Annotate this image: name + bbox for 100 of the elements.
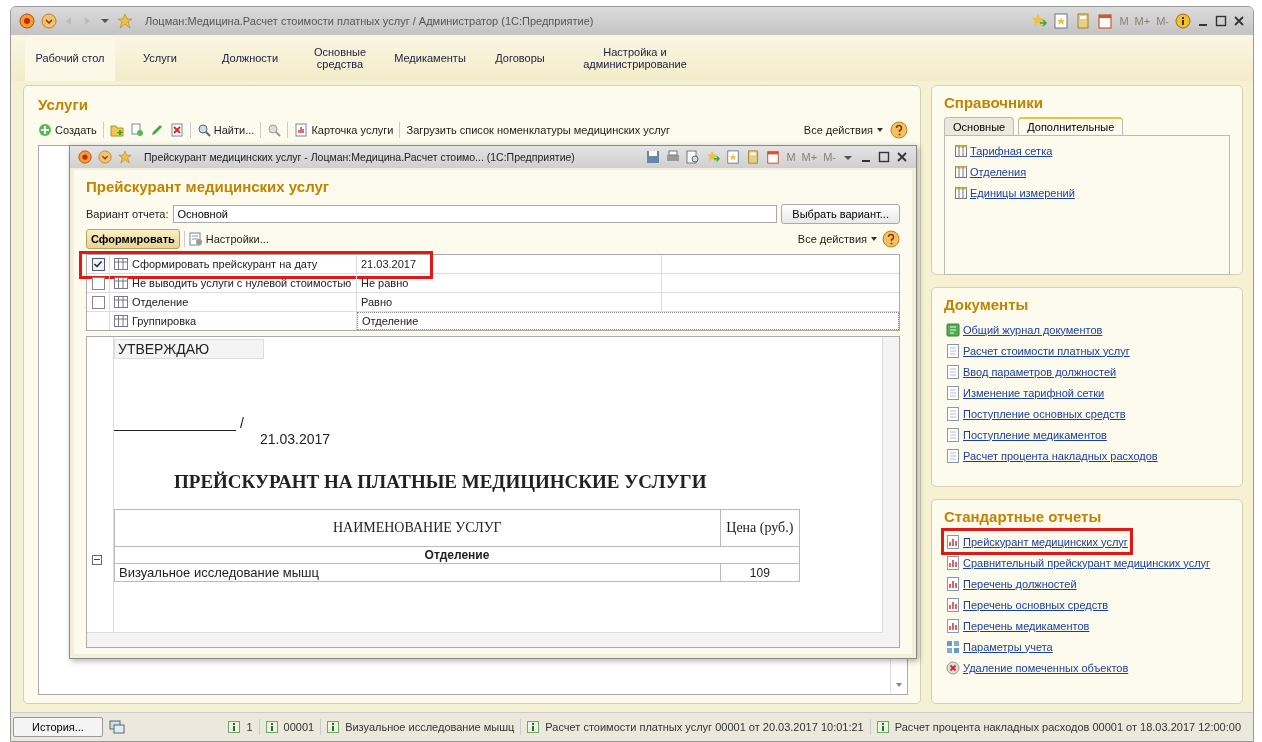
close-icon[interactable] [896,151,908,163]
report-link[interactable]: Перечень медикаментов [963,619,1090,632]
parameter-value: Отделение [362,315,419,327]
delete-icon[interactable] [169,123,184,137]
choose-variant-button[interactable]: Выбрать вариант... [781,204,900,224]
help-icon[interactable] [890,121,908,139]
menu-icon[interactable] [98,150,112,164]
copy-icon[interactable] [129,123,144,137]
collapse-icon[interactable] [92,555,102,565]
catalog-link[interactable]: Отделения [970,165,1027,178]
report-link[interactable]: Прейскурант медицинских услуг [963,535,1128,548]
document-link[interactable]: Расчет процента накладных расходов [963,449,1158,462]
add-folder-icon[interactable] [109,123,124,137]
section-tab[interactable]: Рабочий стол [25,35,115,81]
document-link[interactable]: Поступление медикаментов [963,428,1107,441]
table-icon [114,276,128,290]
document-link[interactable]: Расчет стоимости платных услуг [963,344,1130,357]
save-icon[interactable] [646,150,661,164]
variant-field[interactable]: Основной [172,205,778,223]
favorites-icon[interactable] [726,150,741,164]
service-card-button[interactable]: Карточка услуги [294,123,394,137]
calculator-icon[interactable] [1075,13,1092,29]
status-message[interactable]: Расчет процента накладных расходов 00001 от 18.03.2017 12:00:00 [894,721,1241,733]
load-list-button[interactable]: Загрузить список номенклатуры медицинских услуг [406,124,671,136]
close-icon[interactable] [1233,15,1245,27]
parameter-name: Сформировать прейскурант на дату [132,258,318,270]
print-icon[interactable] [666,150,681,164]
parameter-name: Отделение [132,296,189,308]
report-link[interactable]: Перечень должностей [963,577,1077,590]
report-link[interactable]: Удаление помеченных объектов [963,661,1129,674]
parameter-name: Не выводить услуги с нулевой стоимостью [132,277,352,289]
report-icon [946,597,960,612]
table-icon [955,144,967,157]
info-icon[interactable] [1175,13,1191,29]
section-tab[interactable]: Должности [205,35,295,81]
catalog-tab[interactable]: Дополнительные [1018,117,1124,135]
status-message[interactable]: 1 [246,721,253,733]
history-button[interactable]: История... [13,717,103,737]
panel-title: Услуги [38,95,89,115]
menu-icon[interactable] [41,13,57,29]
document-link[interactable]: Изменение тарифной сетки [963,386,1105,399]
maximize-icon[interactable] [878,151,890,163]
all-actions-button[interactable]: Все действия [797,233,878,245]
maximize-icon[interactable] [1215,15,1227,27]
field-label: Вариант отчета: [86,208,169,220]
star-icon[interactable] [117,13,133,29]
delete-icon [946,660,960,675]
calendar-icon[interactable] [1097,13,1114,29]
star-arrow-icon[interactable] [706,150,721,164]
report-link[interactable]: Перечень основных средств [963,598,1109,611]
windows-icon[interactable] [109,719,125,735]
table-icon [114,295,128,309]
search-cancel-icon[interactable] [267,123,282,137]
catalog-link[interactable]: Тарифная сетка [970,144,1053,157]
section-tab[interactable]: Основные средства [295,35,385,81]
all-actions-button[interactable]: Все действия [803,124,884,136]
document-text: УТВЕРЖДАЮ [114,339,264,359]
table-icon [114,257,128,271]
catalog-link[interactable]: Единицы измерений [970,186,1075,199]
report-icon [946,534,960,549]
window-title: Прейскурант медицинских услуг - Лоцман:Медицина.Расчет стоимо... (1С:Предприятие) [144,151,575,163]
document-link[interactable]: Поступление основных средств [963,407,1126,420]
journal-icon [946,322,960,337]
scrollbar[interactable] [882,337,899,647]
report-link[interactable]: Сравнительный прейскурант медицинских услуг [963,556,1211,569]
favorites-icon[interactable] [1053,13,1070,29]
section-tab[interactable]: Настройка и администрирование [565,35,705,81]
pencil-icon[interactable] [149,123,164,137]
logo-icon[interactable] [19,13,35,29]
document-icon [946,364,960,379]
status-message[interactable]: Визуальное исследование мышц [345,721,515,733]
status-message[interactable]: Расчет стоимости платных услуг 00001 от 20.03.2017 10:01:21 [545,721,864,733]
star-arrow-icon[interactable] [1031,13,1048,29]
find-button[interactable]: Найти... [196,123,255,137]
star-icon[interactable] [118,150,132,164]
info-icon [527,721,540,733]
section-tab[interactable]: Услуги [115,35,205,81]
document-link[interactable]: Общий журнал документов [963,323,1103,336]
catalog-tab[interactable]: Основные [944,117,1015,135]
table-icon [955,165,967,178]
generate-button[interactable]: Сформировать [86,229,180,249]
report-title: Прейскурант медицинских услуг [86,177,331,197]
scrollbar[interactable] [87,632,883,647]
create-button[interactable]: Создать [38,123,97,137]
logo-icon[interactable] [78,150,92,164]
document-icon [946,343,960,358]
section-tab[interactable]: Договоры [475,35,565,81]
section-tab[interactable]: Медикаменты [385,35,475,81]
settings-button[interactable]: Настройки... [188,232,269,246]
status-message[interactable]: 00001 [283,721,315,733]
help-icon[interactable] [882,230,900,248]
info-icon [327,721,340,733]
document-link[interactable]: Ввод параметров должностей [963,365,1117,378]
preview-icon[interactable] [686,150,701,164]
report-link[interactable]: Параметры учета [963,640,1053,653]
window-title: Лоцман:Медицина.Расчет стоимости платных услуг / Администратор (1С:Предприятие) [145,15,594,27]
calendar-icon[interactable] [766,150,781,164]
calculator-icon[interactable] [746,150,761,164]
checkbox[interactable] [91,295,105,309]
checkbox[interactable] [91,257,105,271]
